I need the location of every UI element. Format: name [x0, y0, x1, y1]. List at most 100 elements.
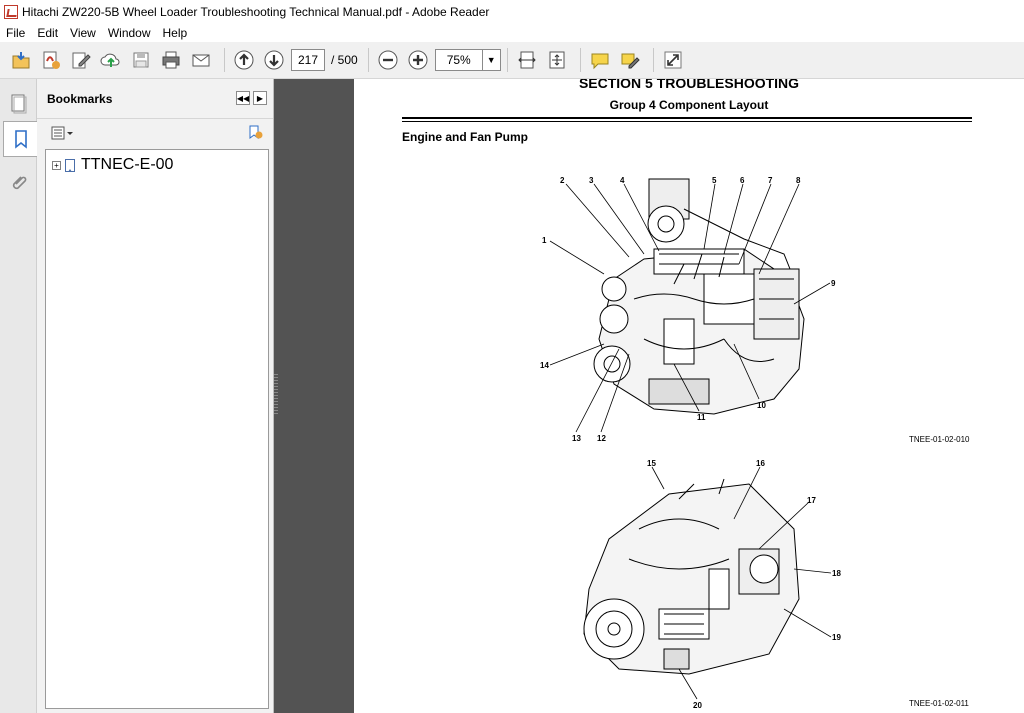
paperclip-icon	[12, 176, 27, 190]
create-pdf-button[interactable]	[38, 47, 64, 73]
toolbar-separator	[579, 48, 581, 72]
menu-help[interactable]: Help	[163, 26, 188, 40]
print-button[interactable]	[158, 47, 184, 73]
toolbar-separator	[652, 48, 654, 72]
menu-window[interactable]: Window	[108, 26, 151, 40]
callout-13: 13	[572, 434, 581, 443]
callout-18: 18	[832, 569, 841, 578]
bookmarks-panel: Bookmarks ◀◀ ▶ + TTNEC-E-00	[37, 79, 274, 713]
open-button[interactable]	[8, 47, 34, 73]
chevron-down-icon[interactable]: ▼	[481, 50, 500, 70]
pdf-page: SECTION 5 TROUBLESHOOTING Group 4 Compon…	[354, 79, 1024, 713]
callout-14: 14	[540, 361, 549, 370]
callout-10: 10	[757, 401, 766, 410]
create-pdf-icon	[43, 51, 60, 69]
panel-splitter[interactable]	[274, 79, 354, 713]
callout-5: 5	[712, 176, 717, 185]
toolbar-separator	[506, 48, 508, 72]
options-menu-button[interactable]	[51, 126, 73, 140]
callout-7: 7	[768, 176, 773, 185]
minus-circle-icon	[378, 50, 398, 70]
plus-circle-icon	[408, 50, 428, 70]
next-page-button[interactable]	[261, 47, 287, 73]
adobe-reader-icon	[4, 4, 18, 19]
page-total-label: / 500	[331, 53, 358, 67]
attachments-button[interactable]	[3, 165, 33, 201]
menu-file[interactable]: File	[6, 26, 25, 40]
bookmark-icon	[65, 158, 75, 172]
section-title: SECTION 5 TROUBLESHOOTING	[578, 79, 800, 91]
bookmark-tree: + TTNEC-E-00	[45, 149, 269, 709]
highlight-button[interactable]	[617, 47, 643, 73]
callout-9: 9	[831, 279, 836, 288]
email-button[interactable]	[188, 47, 214, 73]
toolbar-separator	[367, 48, 369, 72]
menu-view[interactable]: View	[70, 26, 96, 40]
panel-controls: ◀◀ ▶	[233, 91, 267, 105]
zoom-select[interactable]: 75% ▼	[434, 49, 501, 71]
previous-page-button[interactable]	[231, 47, 257, 73]
list-options-icon	[51, 126, 73, 140]
open-file-icon	[12, 52, 30, 69]
page-number-input[interactable]: 217	[291, 49, 325, 71]
engine-figure-2	[569, 469, 809, 684]
callout-4: 4	[620, 176, 625, 185]
fit-width-icon	[517, 51, 536, 69]
save-button[interactable]	[128, 47, 154, 73]
navigation-rail	[0, 79, 37, 713]
engine-figure-1	[554, 169, 834, 434]
engine-illustration	[593, 178, 805, 415]
figure-code-2: TNEE-01-02-011	[909, 699, 969, 708]
subsection-title: Engine and Fan Pump	[402, 130, 529, 144]
expand-button[interactable]	[660, 47, 686, 73]
zoom-in-button[interactable]	[405, 47, 431, 73]
arrow-up-circle-icon	[234, 50, 254, 70]
new-bookmark-button[interactable]	[247, 124, 263, 140]
zoom-value: 75%	[446, 53, 471, 67]
collapse-panel-icon[interactable]: ◀◀	[236, 91, 250, 105]
callout-20: 20	[693, 701, 702, 710]
title-bar: Hitachi ZW220-5B Wheel Loader Troublesho…	[0, 0, 1024, 23]
comment-button[interactable]	[587, 47, 613, 73]
window-title: Hitachi ZW220-5B Wheel Loader Troublesho…	[22, 4, 490, 19]
callout-12: 12	[597, 434, 606, 443]
new-bookmark-icon	[249, 125, 263, 139]
highlighter-icon	[621, 53, 640, 69]
figure-code-1: TNEE-01-02-010	[909, 435, 970, 444]
arrow-down-circle-icon	[264, 50, 284, 70]
panel-menu-icon[interactable]: ▶	[253, 91, 267, 105]
expand-arrows-icon	[664, 51, 682, 69]
callout-1: 1	[542, 236, 547, 245]
bookmark-ribbon-icon	[14, 130, 27, 149]
cloud-upload-button[interactable]	[98, 47, 124, 73]
zoom-out-button[interactable]	[375, 47, 401, 73]
bookmarks-header: Bookmarks ◀◀ ▶	[37, 79, 273, 119]
edit-button[interactable]	[68, 47, 94, 73]
toolbar-separator	[224, 48, 225, 72]
expand-icon[interactable]: +	[52, 160, 61, 170]
callout-11: 11	[697, 413, 706, 422]
splitter-grip[interactable]	[274, 374, 278, 414]
header-rule	[402, 117, 972, 119]
header-rule-thin	[402, 121, 972, 122]
edit-pencil-icon	[72, 52, 91, 69]
page-thumbnails-button[interactable]	[3, 85, 33, 121]
fit-width-button[interactable]	[514, 47, 540, 73]
menu-edit[interactable]: Edit	[37, 26, 58, 40]
pages-icon	[11, 94, 27, 114]
cloud-upload-icon	[100, 53, 120, 67]
callout-6: 6	[740, 176, 745, 185]
callout-19: 19	[832, 633, 841, 642]
bookmarks-panel-button[interactable]	[3, 121, 37, 157]
envelope-icon	[192, 54, 210, 67]
speech-bubble-icon	[591, 53, 609, 70]
engine-illustration-2	[583, 478, 800, 675]
save-disk-icon	[133, 52, 149, 68]
fit-page-button[interactable]	[544, 47, 570, 73]
toolbar: 217 / 500 75% ▼	[0, 42, 1024, 79]
group-title: Group 4 Component Layout	[609, 98, 769, 112]
callout-16: 16	[756, 459, 765, 468]
bookmark-item[interactable]: + TTNEC-E-00	[52, 156, 173, 174]
bookmark-options-bar	[37, 119, 273, 147]
bookmarks-title: Bookmarks	[47, 91, 113, 106]
